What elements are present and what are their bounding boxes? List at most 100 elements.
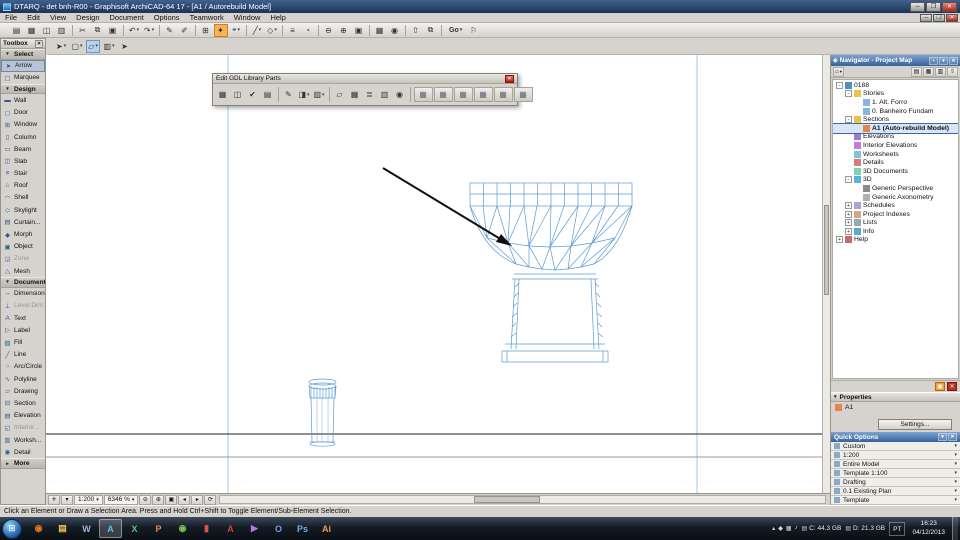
tree-item-generic-axonometry[interactable]: Generic Axonometry: [833, 193, 958, 202]
toolbar-icon[interactable]: [123, 24, 124, 36]
gdl-2d-script-icon[interactable]: ▱: [333, 87, 347, 102]
tree-item-schedules[interactable]: + Schedules: [833, 201, 958, 210]
go-button[interactable]: Go ▾: [445, 24, 466, 37]
toolbox-group-document[interactable]: ▾ Document: [1, 277, 45, 288]
previous-zoom-icon[interactable]: ◂: [178, 494, 191, 505]
gdl-grid-button-6[interactable]: ▦: [514, 87, 533, 102]
clock[interactable]: 16:23 04/12/2013: [909, 520, 948, 538]
camera-icon[interactable]: ◉: [388, 24, 402, 37]
drive-d-indicator[interactable]: ▤ D: 21.3 GB: [845, 525, 885, 532]
zoom-out-icon[interactable]: ⊖: [322, 24, 336, 37]
tree-item-story-0[interactable]: 0. Banheiro Fundam: [833, 107, 958, 116]
drive-c-indicator[interactable]: ▤ C: 44.3 GB: [801, 525, 841, 532]
gdl-fill-icon[interactable]: ▨ ▾: [312, 87, 326, 102]
tree-item-help[interactable]: + Help: [833, 236, 958, 245]
tree-item-project-indexes[interactable]: + Project Indexes: [833, 210, 958, 219]
quick-option-graphic-override[interactable]: 0.1 Existing Plan ▾: [831, 487, 960, 496]
pick-up-parameters-icon[interactable]: ✎: [163, 24, 177, 37]
tree-expander-icon[interactable]: +: [845, 227, 852, 235]
drawing-tool-icon[interactable]: ▱ ▾: [86, 39, 100, 53]
taskbar-app-archicad[interactable]: A: [99, 519, 122, 538]
quick-option-layer-combination[interactable]: Custom ▾: [831, 442, 960, 451]
tree-expander-icon[interactable]: +: [845, 202, 852, 210]
menu-item[interactable]: Design: [71, 13, 104, 22]
fit-in-window-icon[interactable]: ▣: [352, 24, 366, 37]
tree-item-info[interactable]: + Info: [833, 227, 958, 236]
zoom-level-selector[interactable]: 6346 % ▾: [103, 494, 139, 505]
toolbox-item-level-dimension[interactable]: ⊥ Level Dim.: [1, 300, 45, 312]
toolbox-item-interior-elevation[interactable]: ◱ Interior...: [1, 422, 45, 434]
next-zoom-icon[interactable]: ▸: [191, 494, 204, 505]
tree-expander-icon[interactable]: +: [845, 210, 852, 218]
gdl-grid-button-5[interactable]: ▦: [494, 87, 513, 102]
gdl-save-icon[interactable]: ◫: [231, 87, 245, 102]
toolbox-item-slab[interactable]: ◫ Slab: [1, 155, 45, 167]
start-presentation-icon[interactable]: ⚐: [467, 24, 481, 37]
toolbox-item-fill[interactable]: ▨ Fill: [1, 336, 45, 348]
tray-hidden-icons-chevron[interactable]: ▴: [772, 525, 775, 532]
gdl-grid-button-1[interactable]: ▦: [414, 87, 433, 102]
toolbox-item-door[interactable]: ◻ Door: [1, 107, 45, 119]
gdl-grid-button-2[interactable]: ▦: [434, 87, 453, 102]
toolbox-item-label[interactable]: ▷ Label: [1, 324, 45, 336]
taskbar-app-word[interactable]: W: [75, 519, 98, 538]
scale-selector[interactable]: 1:200 ▾: [74, 494, 103, 505]
tree-item-sections[interactable]: - Sections: [833, 115, 958, 124]
toolbox-item-skylight[interactable]: ◇ Skylight: [1, 204, 45, 216]
paste-icon[interactable]: ▣: [106, 24, 120, 37]
tray-antivirus-icon[interactable]: ◆: [778, 525, 783, 532]
toolbox-group-more[interactable]: ▸ More: [1, 458, 45, 469]
tree-item-lists[interactable]: + Lists: [833, 219, 958, 228]
navigator-header[interactable]: ◈ Navigator - Project Map ▪ ▾ ✕: [831, 55, 960, 66]
tree-item-stories[interactable]: - Stories: [833, 90, 958, 99]
taskbar-app-photoshop[interactable]: Ps: [291, 519, 314, 538]
quick-options-menu-icon[interactable]: ▾: [938, 433, 947, 441]
toolbar-icon[interactable]: [246, 24, 247, 36]
toolbox-item-beam[interactable]: ▭ Beam: [1, 143, 45, 155]
toolbox-item-elevation[interactable]: ▤ Elevation: [1, 410, 45, 422]
arrow-tool-icon[interactable]: ➤ ▾: [54, 40, 68, 53]
tree-item-project-0188[interactable]: - 0188: [833, 81, 958, 90]
minimize-button[interactable]: ─: [910, 1, 925, 12]
tree-expander-icon[interactable]: [854, 99, 861, 106]
gdl-toolbar-icon[interactable]: [329, 87, 330, 102]
3d-window-icon[interactable]: ▦: [373, 24, 387, 37]
maximize-button[interactable]: ❐: [926, 1, 941, 12]
toolbox-item-polyline[interactable]: ∿ Polyline: [1, 373, 45, 385]
layers-icon[interactable]: ≡: [286, 24, 300, 37]
cursor-icon[interactable]: ➤: [118, 40, 132, 53]
toolbox-item-arrow[interactable]: ➤ Arrow: [1, 59, 45, 72]
tree-expander-icon[interactable]: [845, 142, 852, 149]
tray-network-icon[interactable]: ▦: [786, 525, 792, 532]
taskbar-app-media-player[interactable]: ▶: [243, 519, 266, 538]
taskbar-app-excel[interactable]: X: [123, 519, 146, 538]
gdl-new-object-icon[interactable]: ▤: [261, 87, 275, 102]
tree-expander-icon[interactable]: [845, 151, 852, 158]
menu-item[interactable]: Help: [265, 13, 290, 22]
tree-expander-icon[interactable]: [854, 185, 861, 192]
quick-options-close-icon[interactable]: ✕: [948, 433, 957, 441]
gdl-grid-button-4[interactable]: ▦: [474, 87, 493, 102]
gdl-3d-script-icon[interactable]: ▦: [348, 87, 362, 102]
quick-option-pen-set[interactable]: Template 1:100 ▾: [831, 469, 960, 478]
undo-icon[interactable]: ↶ ▾: [127, 24, 141, 37]
inject-parameters-icon[interactable]: ✐: [178, 24, 192, 37]
taskbar-app-illustrator[interactable]: Ai: [315, 519, 338, 538]
drawing-area[interactable]: Edit GDL Library Parts ✕ ▦ ◫ ✔ ▤ ✎ ◨ ▾ ▨ ▾ ▱ ▦ ≣ ▥ ◉ ▦…: [46, 55, 830, 505]
guide-lines-icon[interactable]: ╱ ▾: [250, 24, 264, 37]
quick-option-model-view[interactable]: Drafting ▾: [831, 478, 960, 487]
close-viewpoint-icon[interactable]: ✕: [947, 382, 957, 391]
gdl-grid-button-3[interactable]: ▦: [454, 87, 473, 102]
toolbar-icon[interactable]: [195, 24, 196, 36]
taskbar-app-autocad[interactable]: A: [219, 519, 242, 538]
toolbox-item-stair[interactable]: ≡ Stair: [1, 168, 45, 180]
tree-expander-icon[interactable]: [854, 108, 861, 115]
tree-item-3d[interactable]: - 3D: [833, 176, 958, 185]
tree-expander-icon[interactable]: [845, 159, 852, 166]
toolbox-item-worksheet[interactable]: ▥ Worksh...: [1, 434, 45, 446]
rotate-view-icon[interactable]: ⟳: [204, 494, 217, 505]
vertical-scrollbar-thumb[interactable]: [824, 205, 829, 295]
toolbar-icon[interactable]: [369, 24, 370, 36]
print-icon[interactable]: ▥: [55, 24, 69, 37]
menu-item[interactable]: Options: [149, 13, 185, 22]
